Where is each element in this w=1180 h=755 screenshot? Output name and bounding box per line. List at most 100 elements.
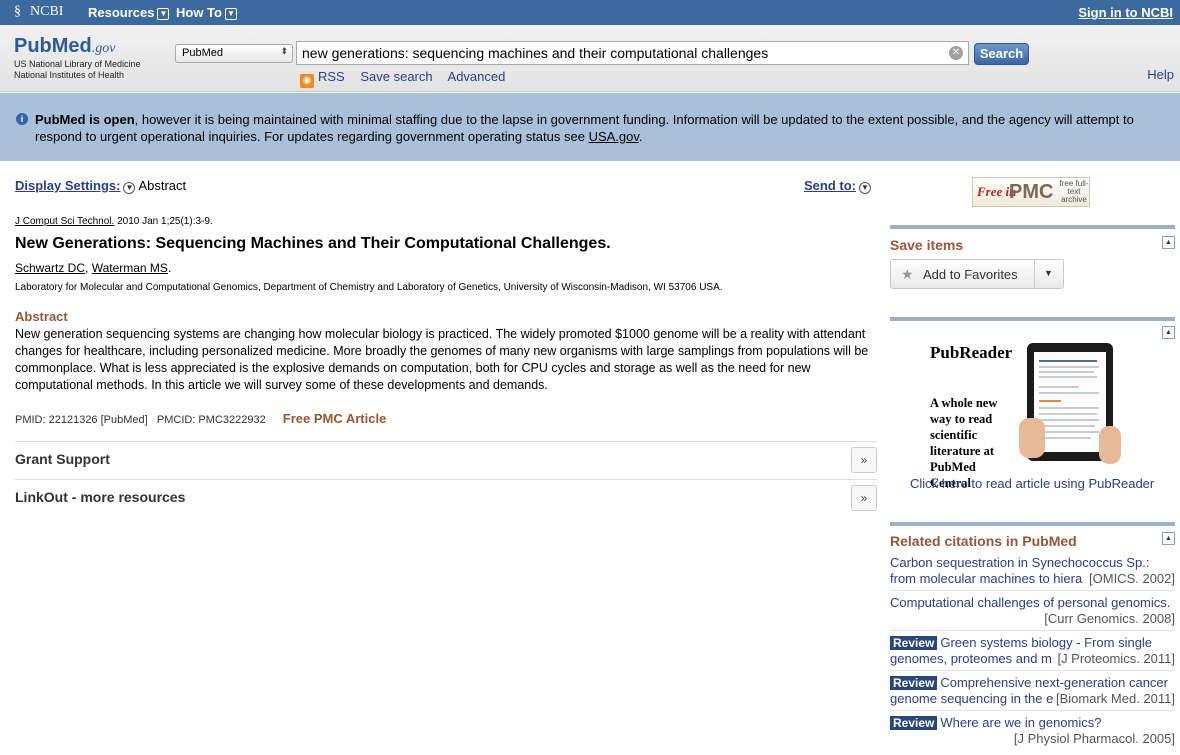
review-badge: Review [890,676,938,690]
chevron-down-icon[interactable]: ▼ [1044,268,1053,278]
collapse-icon[interactable]: ▲ [1162,236,1175,249]
display-settings-link[interactable]: Display Settings: [15,178,120,193]
affiliation: Laboratory for Molecular and Computation… [15,282,723,293]
logo-gov-text: .gov [91,41,116,56]
info-icon: i [16,113,28,125]
related-citation[interactable]: Carbon sequestration in Synechococcus Sp… [890,555,1175,587]
related-title[interactable]: Green systems biology - From single [940,635,1152,650]
button-divider [1034,260,1035,288]
related-citation[interactable]: Review Comprehensive next-generation canc… [890,675,1175,707]
free-in-pmc-badge[interactable]: Free in PMC free full-text archive [972,177,1090,207]
related-title-cont[interactable]: genomes, proteomes and m [890,651,1057,667]
pubreader-promo[interactable]: PubReader A whole new way to read scient… [927,338,1125,490]
review-badge: Review [890,716,938,730]
related-title[interactable]: Where are we in genomics? [940,715,1101,730]
search-input[interactable]: new generations: sequencing machines and… [296,41,969,65]
related-title[interactable]: Computational challenges of personal gen… [890,595,1175,611]
search-header: PubMed.gov US National Library of Medici… [0,25,1180,92]
howto-menu[interactable]: How To ▼ [176,5,237,20]
shutdown-notice: i PubMed is open, however it is being ma… [0,93,1180,161]
collapse-icon[interactable]: ▲ [1162,326,1175,339]
article-ids: PMID: 22121326 [PubMed] PMCID: PMC322293… [15,411,386,426]
related-source: [OMICS. 2002] [1089,571,1175,586]
add-to-favorites-label: Add to Favorites [923,267,1018,282]
ncbi-topbar: § NCBI Resources ▼ How To ▼ Sign in to NCBI [0,0,1180,25]
logo-nih-text: National Institutes of Health [14,70,125,80]
notice-text: , however it is being maintained with mi… [35,112,1134,144]
related-source: [Biomark Med. 2011] [1056,691,1175,706]
citation-details: 2010 Jan 1;25(1):3-9. [114,216,213,227]
portlet-divider [890,522,1175,526]
updown-arrow-icon: ⬍ [280,46,288,56]
journal-link[interactable]: J Comput Sci Technol. [15,216,114,227]
search-sublinks: ◉ RSS Save search Advanced [300,69,517,88]
chevron-down-icon[interactable]: ▼ [123,182,136,194]
advanced-search-link[interactable]: Advanced [448,69,506,84]
database-select[interactable]: PubMed ⬍ [175,44,293,63]
chevron-down-icon: ▼ [224,8,237,20]
pubreader-title: PubReader [930,343,1013,362]
portlet-divider [890,225,1175,229]
save-items-heading: Save items [890,237,964,253]
collapse-icon[interactable]: ▲ [1162,532,1175,545]
related-citation[interactable]: Computational challenges of personal gen… [890,595,1175,627]
resources-label: Resources [88,5,155,20]
howto-label: How To [176,5,222,20]
related-source: [J Physiol Pharmacol. 2005] [1013,731,1175,746]
ncbi-helix-icon: § [14,4,21,19]
star-icon: ★ [901,266,914,282]
rss-link[interactable]: RSS [318,69,345,84]
sign-in-link[interactable]: Sign in to NCBI [1078,5,1173,20]
resources-menu[interactable]: Resources ▼ [88,5,170,20]
author-link[interactable]: Schwartz DC [15,261,85,275]
usa-gov-link[interactable]: USA.gov [589,129,639,144]
article-title: New Generations: Sequencing Machines and… [15,235,611,252]
help-link[interactable]: Help [1147,67,1174,82]
hand-image [1019,418,1045,458]
display-format-value: Abstract [138,178,187,193]
database-selected-value: PubMed [182,47,223,59]
send-to-link[interactable]: Send to: [804,178,856,193]
rss-icon[interactable]: ◉ [300,74,314,88]
separator [890,590,1175,591]
linkout-section[interactable]: LinkOut - more resources » [15,479,877,517]
display-settings: Display Settings: ▼ Abstract [15,178,186,194]
expand-icon[interactable]: » [851,447,877,473]
pmc-logo-text: PMC [1009,181,1054,203]
related-title-cont[interactable]: from molecular machines to hiera [890,571,1089,587]
separator [890,630,1175,631]
related-citation[interactable]: Review Green systems biology - From singl… [890,635,1175,667]
chevron-down-icon[interactable]: ▼ [859,182,871,194]
related-title[interactable]: Carbon sequestration in Synechococcus Sp… [890,555,1175,571]
save-search-link[interactable]: Save search [360,69,432,84]
portlet-divider [890,317,1175,321]
related-source: [J Proteomics. 2011] [1057,651,1175,666]
abstract-text: New generation sequencing systems are ch… [15,327,869,392]
search-query-text: new generations: sequencing machines and… [302,45,769,61]
logo-pubmed-text: PubMed [14,35,92,57]
related-title[interactable]: Comprehensive next-generation cancer [940,675,1168,690]
expand-icon[interactable]: » [851,485,877,511]
separator [890,670,1175,671]
author-link[interactable]: Waterman MS [92,261,168,275]
related-citations-heading: Related citations in PubMed [890,533,1077,549]
review-badge: Review [890,636,938,650]
pubreader-link[interactable]: Click here to read article using PubRead… [910,476,1154,491]
pmc-archive-text: free full-text archive [1059,179,1089,204]
ncbi-label: NCBI [30,4,64,19]
related-citation[interactable]: Review Where are we in genomics? [J Physi… [890,715,1175,747]
pmid: PMID: 22121326 [PubMed] [15,414,148,426]
search-button[interactable]: Search [974,43,1029,65]
grant-support-section[interactable]: Grant Support » [15,441,877,479]
related-title-cont[interactable]: genome sequencing in the e [890,691,1056,707]
pubmed-logo[interactable]: PubMed.gov US National Library of Medici… [14,35,141,80]
grant-support-label: Grant Support [15,451,110,467]
add-to-favorites-button[interactable]: ★ Add to Favorites ▼ [890,259,1064,289]
hand-image [1099,426,1121,464]
notice-bold-text: PubMed is open [35,112,135,127]
clear-search-icon[interactable]: ✕ [949,46,963,60]
citation-line: J Comput Sci Technol. 2010 Jan 1;25(1):3… [15,216,213,227]
free-pmc-article-link[interactable]: Free PMC Article [283,411,387,426]
ncbi-logo[interactable]: § NCBI [14,4,63,20]
related-source: [Curr Genomics. 2008] [1044,611,1175,626]
